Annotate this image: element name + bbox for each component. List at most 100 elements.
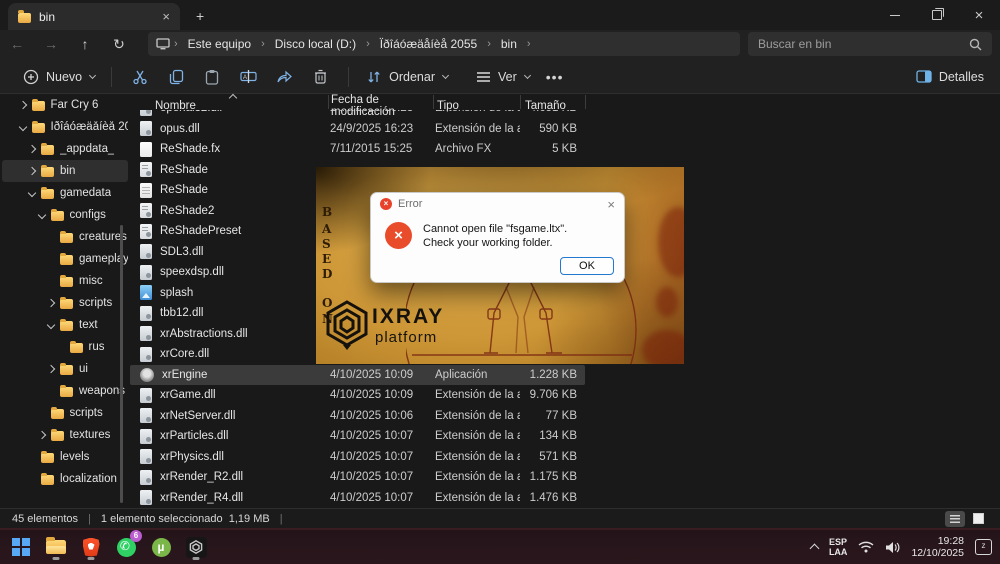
close-button[interactable]: × (958, 0, 1000, 30)
search-input[interactable]: Buscar en bin (748, 32, 992, 56)
toolbar-divider (111, 67, 112, 87)
tree-chevron-icon[interactable] (47, 299, 55, 307)
file-name: xrNetServer.dll (160, 410, 235, 422)
column-separator[interactable] (585, 95, 586, 109)
share-icon[interactable] (275, 68, 293, 86)
sidebar-item-localization[interactable]: localization (2, 468, 128, 490)
command-area: ← → ↑ ↻ › Este equipo › Disco local (D:)… (0, 30, 1000, 94)
icons-view-toggle[interactable] (968, 511, 988, 527)
back-button[interactable]: ← (0, 36, 34, 52)
sidebar-item-bin[interactable]: bin (2, 160, 128, 182)
tree-chevron-icon[interactable] (47, 321, 55, 329)
clock[interactable]: 19:28 12/10/2025 (911, 535, 964, 559)
explorer-tab[interactable]: bin × (8, 3, 180, 30)
copy-icon[interactable] (167, 68, 185, 86)
up-button[interactable]: ↑ (68, 36, 102, 52)
tree-chevron-icon[interactable] (37, 431, 45, 439)
file-type: Extensión de la apl... (433, 110, 520, 114)
error-icon: × (385, 222, 412, 249)
tree-item-label: gamedata (60, 187, 111, 199)
file-type-icon (140, 121, 152, 136)
tree-chevron-icon[interactable] (28, 145, 36, 153)
tray-overflow-chevron[interactable] (809, 544, 819, 554)
tree-chevron-icon[interactable] (18, 101, 26, 109)
taskbar-whatsapp[interactable]: 6 (115, 534, 137, 560)
minimize-button[interactable] (874, 0, 916, 30)
sidebar-item-text[interactable]: text (2, 314, 128, 336)
refresh-button[interactable]: ↻ (102, 36, 136, 53)
volume-icon[interactable] (885, 541, 900, 554)
file-row-xrparticles-dll[interactable]: xrParticles.dll 4/10/2025 10:07 Extensió… (130, 426, 585, 447)
file-row-reshade-fx[interactable]: ReShade.fx 7/11/2015 15:25 Archivo FX 5 … (130, 139, 585, 160)
sidebar-item-gameplay[interactable]: gameplay (2, 248, 128, 270)
wifi-icon[interactable] (858, 541, 874, 553)
sidebar-item-textures[interactable]: textures (2, 424, 128, 446)
view-button[interactable]: Ver (468, 68, 536, 86)
crumb-game-folder[interactable]: Ïðîáóæäåíèå 2055 (374, 37, 483, 51)
tree-chevron-icon[interactable] (47, 365, 55, 373)
sidebar-item-far-cry-6[interactable]: Far Cry 6 (2, 94, 128, 116)
restore-button[interactable] (916, 0, 958, 30)
tree-chevron-icon[interactable] (18, 123, 26, 131)
game-icon (186, 537, 207, 558)
crumb-separator: › (261, 38, 265, 50)
tree-chevron-icon[interactable] (37, 211, 45, 219)
file-row-xrrender-r2-dll[interactable]: xrRender_R2.dll 4/10/2025 10:07 Extensió… (130, 467, 585, 488)
sidebar-item-levels[interactable]: levels (2, 446, 128, 468)
delete-icon[interactable] (311, 68, 329, 86)
file-row-openal32-dll[interactable]: openal32.dll 24/9/2025 16:23 Extensión d… (130, 110, 585, 119)
sidebar-item-rus[interactable]: rus (2, 336, 128, 358)
sidebar-item--appdata-[interactable]: _appdata_ (2, 138, 128, 160)
start-button[interactable] (10, 534, 32, 560)
file-row-xrphysics-dll[interactable]: xrPhysics.dll 4/10/2025 10:07 Extensión … (130, 447, 585, 468)
new-button[interactable]: Nuevo (16, 68, 101, 86)
sidebar-item-creatures[interactable]: creatures (2, 226, 128, 248)
file-row-xrgame-dll[interactable]: xrGame.dll 4/10/2025 10:09 Extensión de … (130, 385, 585, 406)
language-indicator[interactable]: ESP LAA (829, 537, 848, 557)
tree-item-label: rus (89, 341, 105, 353)
file-name: ReShade.fx (160, 143, 220, 155)
file-row-opus-dll[interactable]: opus.dll 24/9/2025 16:23 Extensión de la… (130, 119, 585, 140)
dialog-close-icon[interactable]: × (607, 197, 615, 212)
file-row-xrnetserver-dll[interactable]: xrNetServer.dll 4/10/2025 10:06 Extensió… (130, 406, 585, 427)
column-separator[interactable] (328, 95, 329, 109)
crumb-bin[interactable]: bin (495, 37, 523, 51)
taskbar-utorrent[interactable]: µ (150, 534, 172, 560)
sidebar-item-misc[interactable]: misc (2, 270, 128, 292)
sidebar-item-configs[interactable]: configs (2, 204, 128, 226)
sidebar-item-gamedata[interactable]: gamedata (2, 182, 128, 204)
breadcrumb[interactable]: › Este equipo › Disco local (D:) › Ïðîáó… (148, 32, 740, 56)
details-pane-button[interactable]: Detalles (916, 70, 984, 84)
file-row-xrengine[interactable]: xrEngine 4/10/2025 10:09 Aplicación 1.22… (130, 365, 585, 386)
taskbar-file-explorer[interactable] (45, 534, 67, 560)
ok-button[interactable]: OK (560, 257, 614, 275)
sidebar-item-ui[interactable]: ui (2, 358, 128, 380)
more-options-icon[interactable]: ••• (546, 69, 564, 85)
crumb-disco-local[interactable]: Disco local (D:) (269, 37, 362, 51)
sidebar-item-scripts[interactable]: scripts (2, 292, 128, 314)
notification-center-icon[interactable]: z (975, 539, 992, 555)
new-tab-button[interactable]: + (196, 8, 204, 24)
status-divider: | (280, 513, 283, 525)
tab-close-icon[interactable]: × (162, 10, 170, 23)
sidebar-item-weapons[interactable]: weapons (2, 380, 128, 402)
rename-icon[interactable]: A (239, 68, 257, 86)
forward-button[interactable]: → (34, 36, 68, 52)
taskbar-game[interactable] (185, 534, 207, 560)
taskbar-brave[interactable] (80, 534, 102, 560)
sidebar-item--2055[interactable]: Ïðîáóæäåíèå 2055 (2, 116, 128, 138)
crumb-este-equipo[interactable]: Este equipo (182, 37, 257, 51)
file-name: xrEngine (162, 369, 207, 381)
cut-icon[interactable] (131, 68, 149, 86)
paste-icon[interactable] (203, 68, 221, 86)
file-row-xrrender-r4-dll[interactable]: xrRender_R4.dll 4/10/2025 10:07 Extensió… (130, 488, 585, 509)
column-separator[interactable] (520, 95, 521, 109)
tree-chevron-icon[interactable] (28, 189, 36, 197)
sort-button[interactable]: Ordenar (359, 68, 454, 86)
column-separator[interactable] (433, 95, 434, 109)
tree-chevron-icon[interactable] (28, 167, 36, 175)
sidebar-scrollbar[interactable] (120, 225, 123, 503)
time: 19:28 (938, 535, 964, 547)
details-view-toggle[interactable] (945, 511, 965, 527)
sidebar-item-scripts[interactable]: scripts (2, 402, 128, 424)
